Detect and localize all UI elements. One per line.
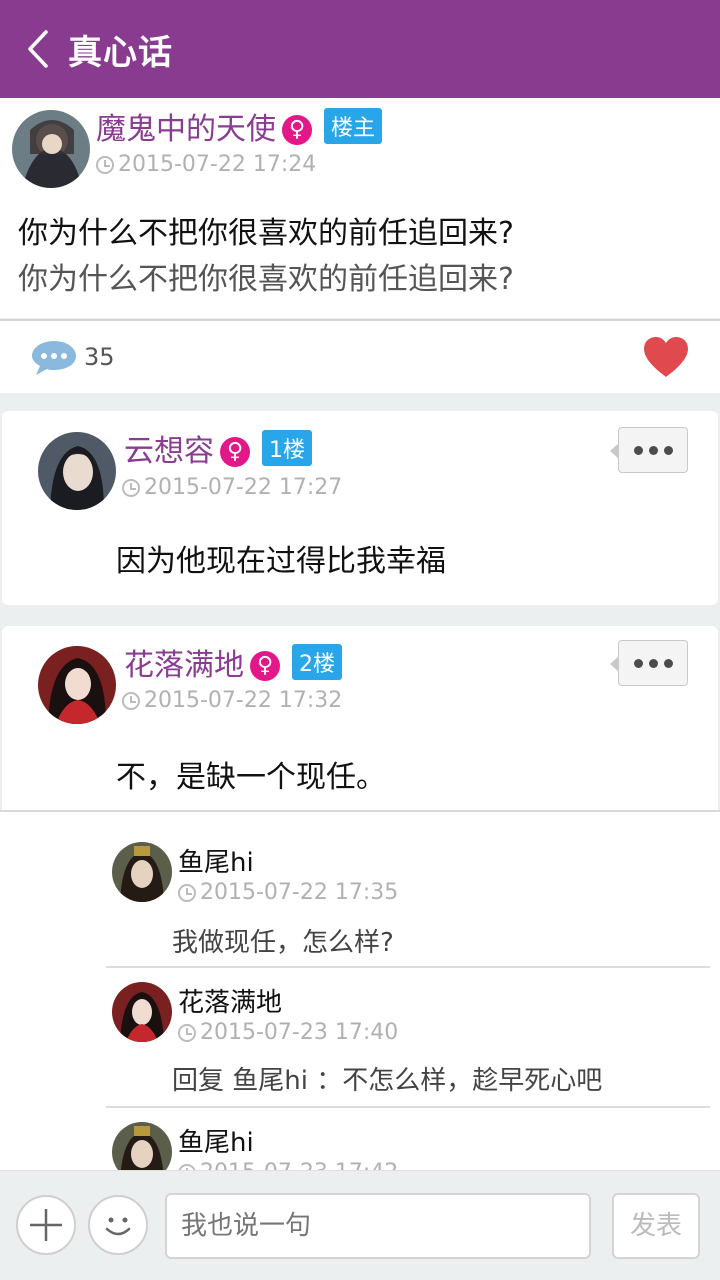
more-icon-dot [648,445,658,455]
header-bar: 真心话 [0,0,720,98]
chevron-left-icon [28,30,48,68]
divider [106,966,710,968]
clock-icon [178,1023,196,1042]
emoji-button[interactable] [88,1195,148,1255]
avatar[interactable] [112,982,172,1042]
send-button[interactable]: 发表 [612,1193,700,1259]
reply-username-row: 云想容 ♀ 1楼 [124,426,312,470]
composer-bar: 发表 [0,1170,720,1280]
original-post: 魔鬼中的天使 ♀ 楼主 2015-07-22 17:24 你为什么不把你很喜欢的前任… [0,98,720,318]
sub-reply-time: 2015-07-22 17:35 [200,880,399,905]
more-options-button[interactable] [610,640,688,686]
comment-input[interactable] [165,1193,591,1259]
reply-username[interactable]: 云想容 [124,434,214,469]
reply-time: 2015-07-22 17:27 [144,475,343,500]
smiley-icon [105,1217,131,1236]
sub-reply-item[interactable]: 花落满地 2015-07-23 17:40 回复 鱼尾hi ：不怎么样，趁早死心… [106,982,710,1106]
sub-reply-username[interactable]: 鱼尾hi [178,842,254,879]
clock-icon [96,155,114,174]
reply-card: 花落满地 ♀ 2楼 2015-07-22 17:32 不，是缺一个现任。 [2,626,718,810]
post-stats: 35 [0,319,720,393]
sub-reply-item[interactable]: 鱼尾hi 2015-07-22 17:35 我做现任，怎么样? [106,842,710,966]
sub-reply-username[interactable]: 花落满地 [178,982,282,1019]
sub-reply-username[interactable]: 鱼尾hi [178,1122,254,1159]
reply-text: 不，是缺一个现任。 [116,760,386,795]
more-icon [633,658,643,668]
op-username-row: 魔鬼中的天使 ♀ 楼主 [96,104,383,148]
op-username[interactable]: 魔鬼中的天使 [96,112,276,147]
clock-icon [122,691,140,710]
sub-reply-time-row: 2015-07-23 17:40 [178,1020,398,1045]
back-button[interactable] [8,0,68,98]
reply-time-row: 2015-07-22 17:27 [122,475,342,500]
op-body: 你为什么不把你很喜欢的前任追回来? [18,262,514,297]
op-time-row: 2015-07-22 17:24 [96,152,316,177]
sub-reply-time: 2015-07-23 17:40 [200,1020,399,1045]
female-icon: ♀ [282,115,312,145]
heart-icon[interactable] [642,335,690,379]
sub-reply-list: 鱼尾hi 2015-07-22 17:35 我做现任，怎么样? 花落满地 201… [0,810,720,1170]
sub-reply-text: 我做现任，怎么样? [172,928,394,958]
female-icon: ♀ [220,437,250,467]
comment-bubble-icon[interactable] [30,339,78,377]
add-button[interactable] [16,1195,76,1255]
more-options-button[interactable] [610,427,688,473]
clock-icon [178,883,196,902]
sub-reply-text: 回复 鱼尾hi ：不怎么样，趁早死心吧 [172,1066,603,1096]
reply-time: 2015-07-22 17:32 [144,688,343,713]
op-title: 你为什么不把你很喜欢的前任追回来? [18,216,514,251]
divider [106,1106,710,1108]
sub-reply-item[interactable]: 鱼尾hi 2015-07-23 17:42 [106,1122,710,1170]
more-icon-dot [648,658,658,668]
reply-username-row: 花落满地 ♀ 2楼 [124,640,342,684]
avatar[interactable] [12,110,90,188]
more-icon [633,445,643,455]
reply-text: 因为他现在过得比我幸福 [116,544,446,579]
page-title: 真心话 [68,32,173,73]
avatar[interactable] [112,1122,172,1170]
reply-username[interactable]: 花落满地 [124,648,244,683]
more-icon-dot [663,445,673,455]
clock-icon [122,478,140,497]
floor-badge: 1楼 [262,430,312,466]
floor-badge: 2楼 [292,644,342,680]
avatar[interactable] [112,842,172,902]
comment-count: 35 [84,343,115,371]
female-icon: ♀ [250,651,280,681]
avatar[interactable] [38,432,116,510]
op-badge: 楼主 [324,108,383,144]
op-time: 2015-07-22 17:24 [118,152,317,177]
more-icon-dot [663,658,673,668]
avatar[interactable] [38,646,116,724]
plus-icon [30,1209,62,1241]
sub-reply-time: 2015-07-23 17:42 [200,1160,398,1170]
sub-reply-time-row: 2015-07-22 17:35 [178,880,398,905]
reply-card: 云想容 ♀ 1楼 2015-07-22 17:27 因为他现在过得比我幸福 [2,411,718,605]
sub-reply-time-row: 2015-07-23 17:42 [178,1160,398,1170]
reply-time-row: 2015-07-22 17:32 [122,688,342,713]
